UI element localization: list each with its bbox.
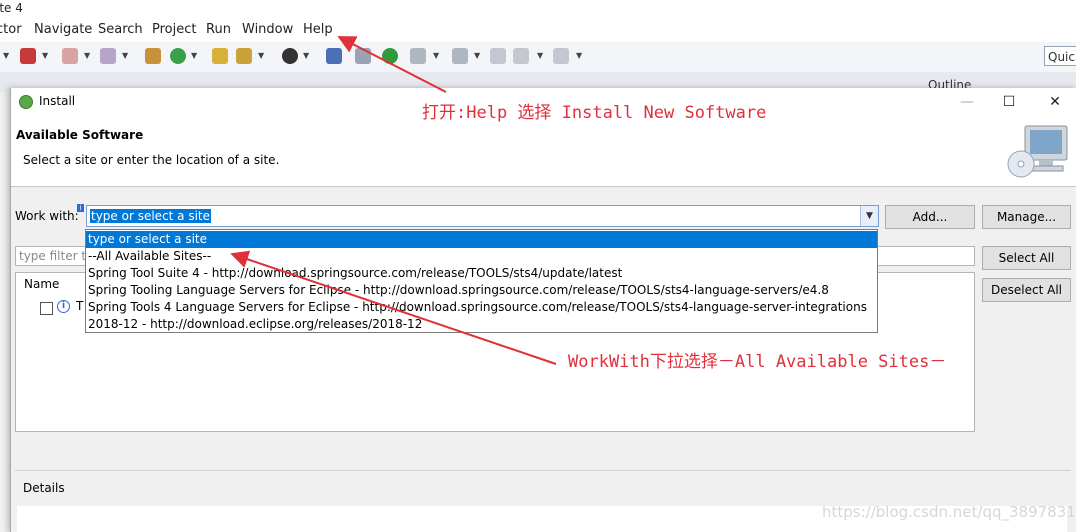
workwith-arrow — [230, 250, 557, 365]
annotation-arrows — [230, 36, 557, 365]
watermark: https://blog.csdn.net/qq_3897831 — [822, 503, 1076, 521]
help-annotation: 打开:Help 选择 Install New Software — [422, 103, 767, 123]
workwith-annotation: WorkWith下拉选择－All Available Sites－ — [568, 352, 947, 372]
help-arrow — [337, 36, 447, 93]
